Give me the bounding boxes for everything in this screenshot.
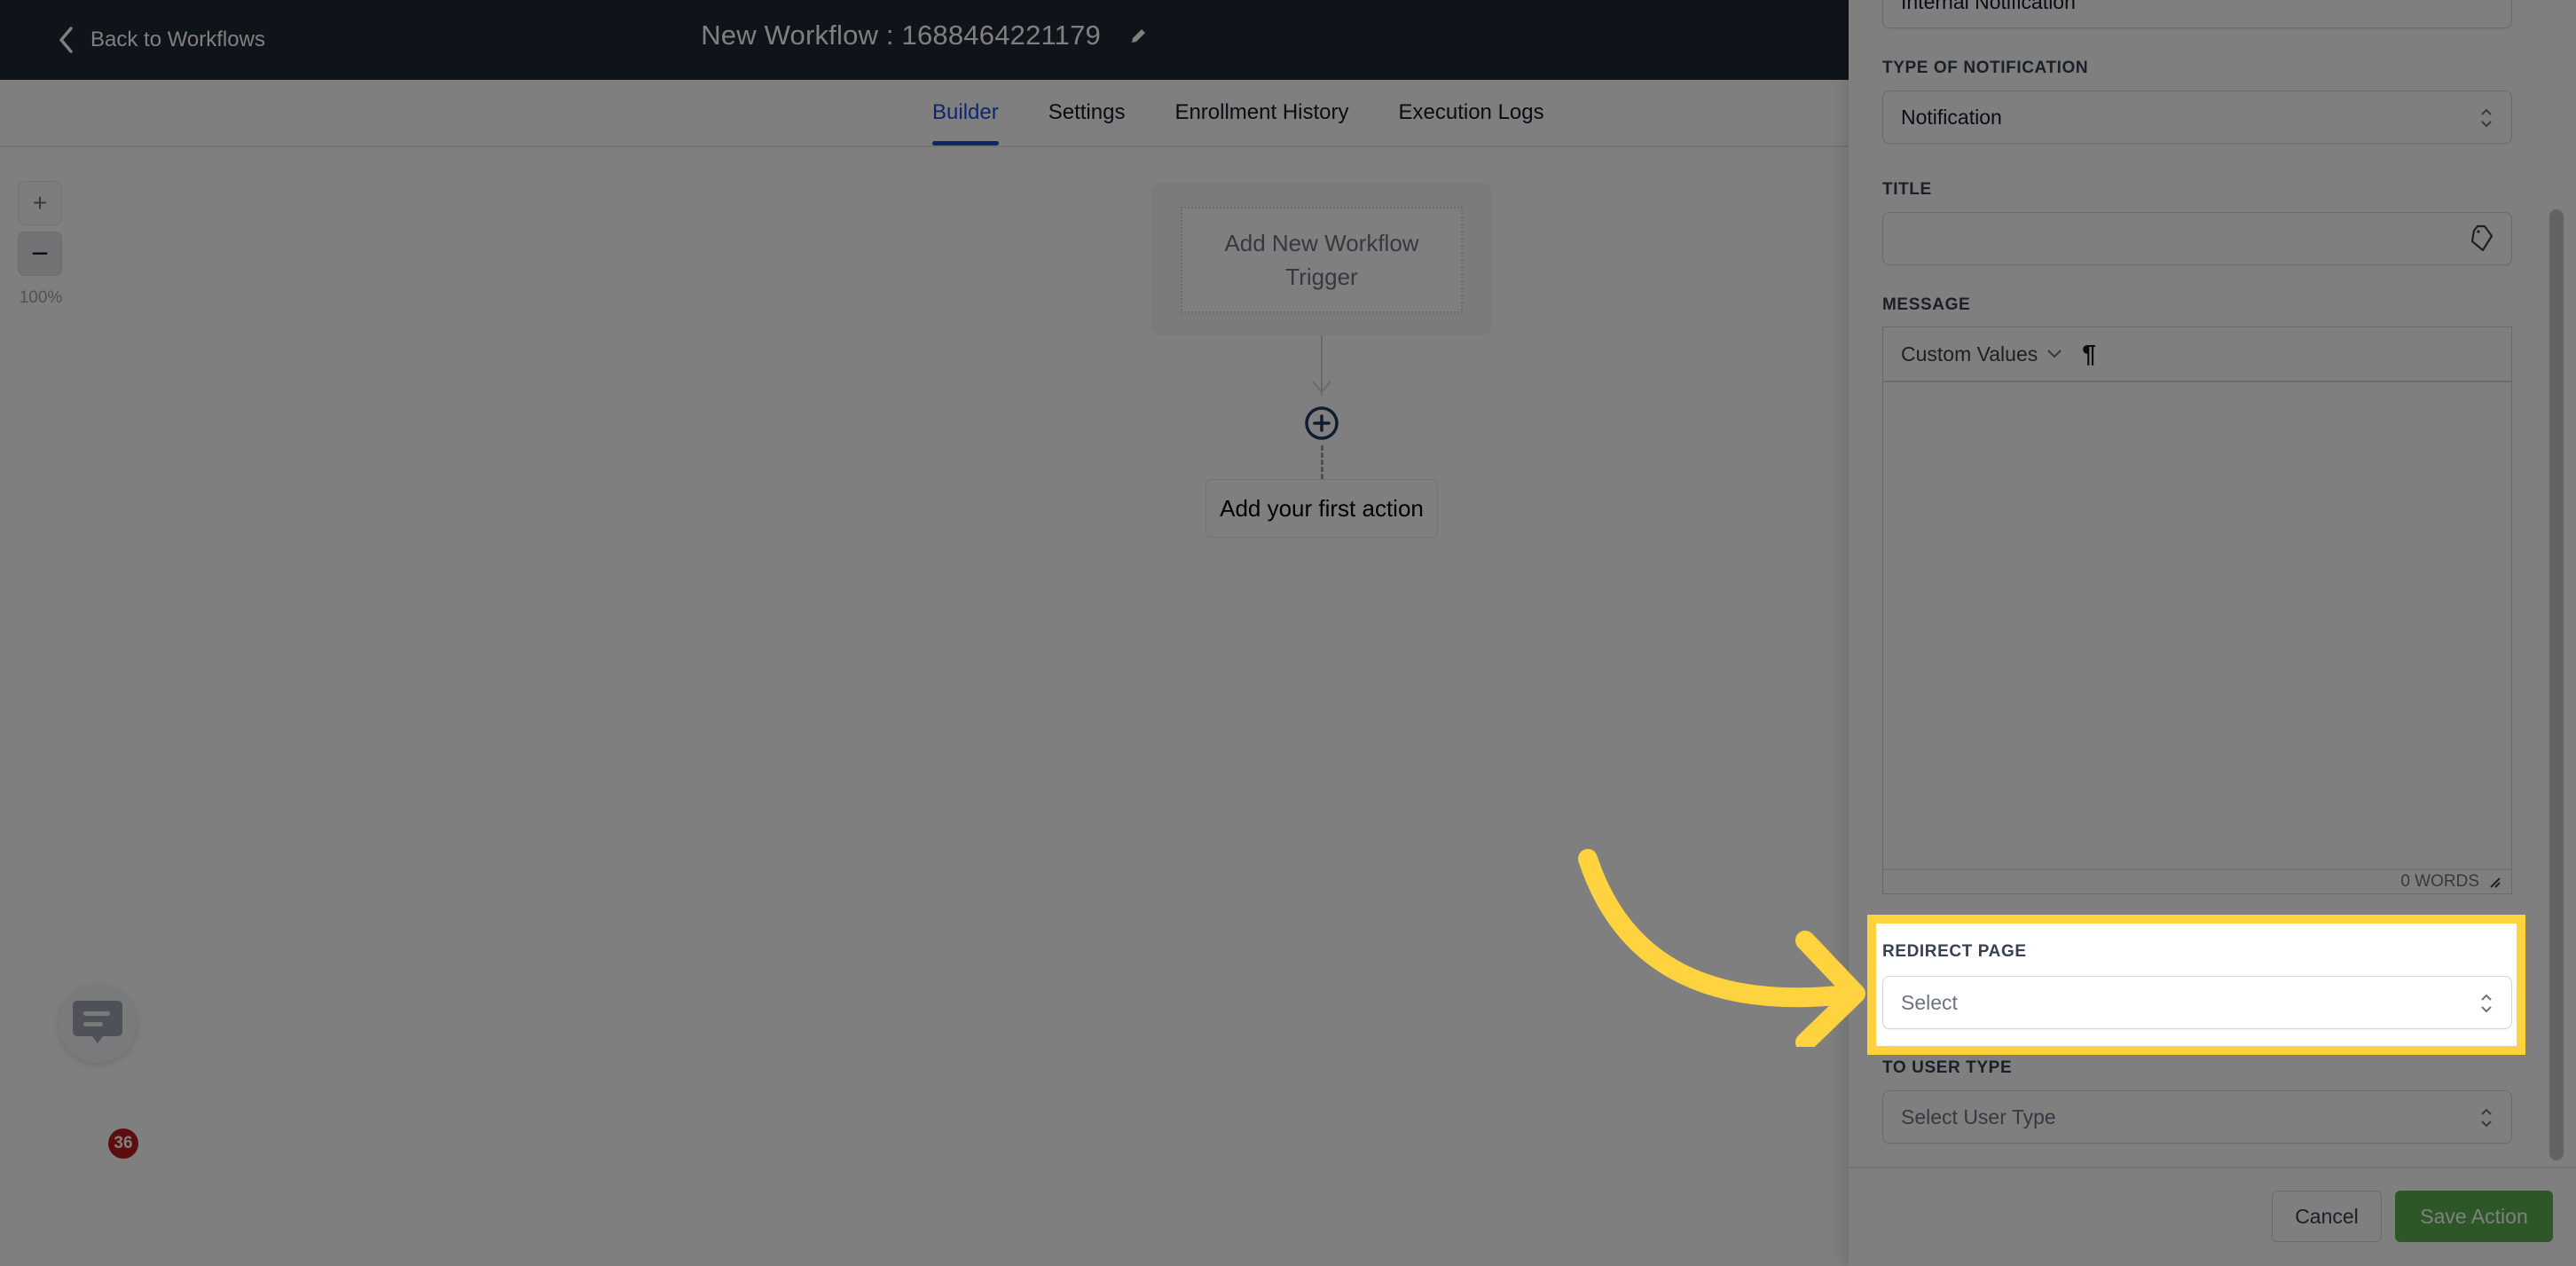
redirect-page-select[interactable]: Select: [1882, 976, 2512, 1029]
message-textarea[interactable]: [1883, 382, 2511, 870]
edit-title-button[interactable]: [1128, 21, 1148, 53]
workflow-title: New Workflow : 1688464221179: [0, 20, 1849, 53]
dashed-connector: [1321, 445, 1323, 479]
editor-footer: 0 WORDS: [1883, 870, 2511, 893]
chevron-down-icon: [2047, 350, 2062, 358]
message-label: Message: [1882, 295, 1971, 314]
panel-scrollbar[interactable]: [2549, 209, 2564, 1160]
custom-values-dropdown[interactable]: Custom Values: [1901, 342, 2062, 366]
zoom-level: 100%: [19, 288, 63, 307]
to-user-type-placeholder: Select User Type: [1901, 1105, 2056, 1128]
word-count: 0 WORDS: [2400, 872, 2479, 891]
select-updown-icon: [2481, 1108, 2492, 1128]
resize-handle-icon[interactable]: [2488, 876, 2501, 888]
title-input[interactable]: [1882, 212, 2512, 265]
notification-badge: 36: [108, 1128, 138, 1159]
action-name-input[interactable]: Internal Notification: [1882, 0, 2512, 28]
cancel-button[interactable]: Cancel: [2272, 1191, 2382, 1242]
title-field: Title: [1882, 180, 2512, 265]
redirect-page-placeholder: Select: [1901, 990, 1958, 1014]
zoom-controls: + − 100%: [18, 181, 64, 308]
action-name-field: Internal Notification: [1882, 0, 2512, 28]
tag-icon[interactable]: [2467, 224, 2495, 254]
zoom-in-button[interactable]: +: [18, 181, 62, 225]
panel-scroll-area: Internal Notification Type of Notificati…: [1849, 0, 2576, 1167]
paragraph-icon[interactable]: ¶: [2082, 340, 2096, 368]
workflow-canvas[interactable]: + − 100% Add New Workflow Trigger Add yo…: [0, 147, 1849, 1266]
add-action-plus-icon[interactable]: [1304, 405, 1339, 441]
type-of-notification-value: Notification: [1901, 105, 2002, 129]
redirect-page-label: Redirect Page: [1882, 942, 2027, 961]
type-of-notification-field: Type of Notification Notification: [1882, 59, 2512, 144]
top-header: Back to Workflows New Workflow : 1688464…: [0, 0, 1849, 80]
action-name-value: Internal Notification: [1901, 0, 2076, 13]
chat-widget-button[interactable]: [59, 985, 137, 1063]
save-action-button[interactable]: Save Action: [2395, 1191, 2553, 1242]
redirect-page-field: Redirect Page Select: [1882, 942, 2512, 1029]
to-user-type-label: To User Type: [1882, 1058, 2013, 1077]
zoom-out-button[interactable]: −: [18, 232, 62, 276]
title-label: Title: [1882, 180, 1932, 199]
trigger-node: Add New Workflow Trigger: [1151, 183, 1492, 335]
to-user-type-select[interactable]: Select User Type: [1882, 1090, 2512, 1144]
connector-arrow-icon: [1312, 381, 1331, 394]
message-field: Message: [1882, 295, 2512, 315]
chat-bubble-icon: [73, 1001, 122, 1043]
custom-values-label: Custom Values: [1901, 342, 2038, 366]
tab-settings[interactable]: Settings: [1048, 80, 1126, 145]
to-user-type-field: To User Type Select User Type: [1882, 1058, 2512, 1144]
message-editor: Custom Values ¶ 0 WORDS: [1882, 326, 2512, 894]
add-trigger-button[interactable]: Add New Workflow Trigger: [1181, 207, 1463, 313]
action-settings-panel: Internal Notification Type of Notificati…: [1849, 0, 2576, 1266]
workflow-title-text: New Workflow : 1688464221179: [701, 20, 1101, 51]
select-updown-icon: [2481, 108, 2492, 128]
editor-toolbar: Custom Values ¶: [1883, 327, 2511, 382]
add-first-action-button[interactable]: Add your first action: [1206, 479, 1438, 538]
tab-execution-logs[interactable]: Execution Logs: [1399, 80, 1544, 145]
tab-builder[interactable]: Builder: [932, 80, 999, 145]
pencil-icon: [1131, 28, 1145, 43]
workflow-tabs: Builder Settings Enrollment History Exec…: [0, 80, 1849, 147]
type-of-notification-select[interactable]: Notification: [1882, 90, 2512, 144]
type-of-notification-label: Type of Notification: [1882, 59, 2089, 77]
select-updown-icon: [2481, 994, 2492, 1013]
tab-enrollment-history[interactable]: Enrollment History: [1174, 80, 1348, 145]
